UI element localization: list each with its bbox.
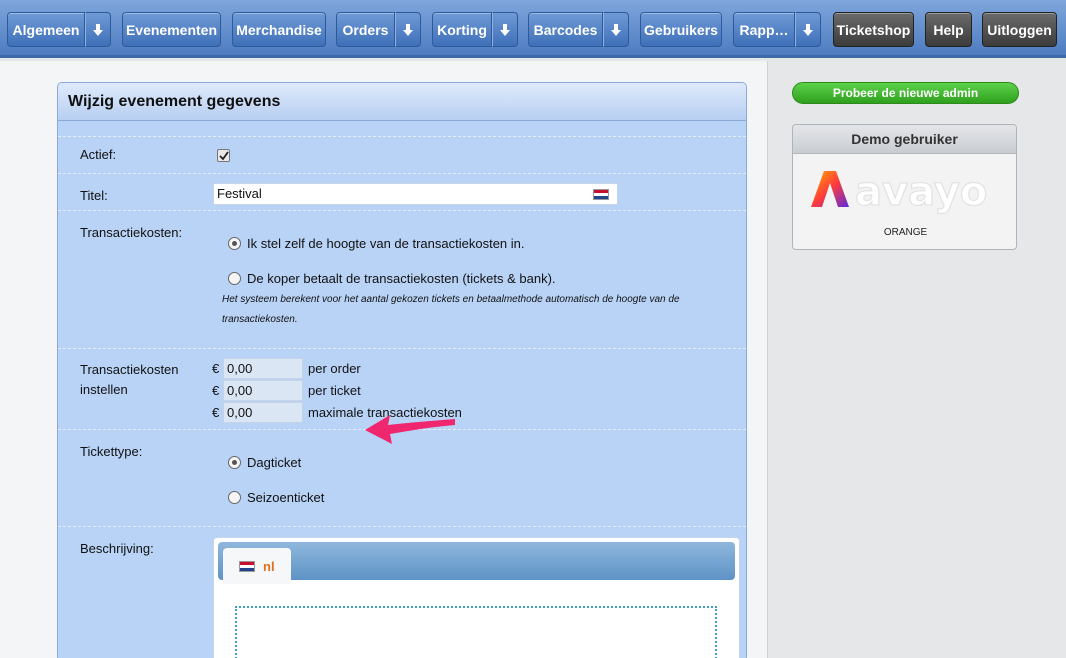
actief-label: Actief:: [80, 147, 117, 162]
dutch-flag-icon: [593, 189, 609, 200]
arrow-down-icon: [500, 23, 510, 36]
per-ticket-label: per ticket: [308, 383, 361, 398]
per-order-label: per order: [308, 361, 361, 376]
nav-korting[interactable]: Korting: [432, 12, 492, 47]
titel-input[interactable]: Festival: [213, 183, 618, 205]
arrow-down-icon: [803, 23, 813, 36]
tk-radio-self[interactable]: [228, 237, 241, 250]
help-button[interactable]: Help: [925, 12, 972, 47]
nav-rapportage-dropdown[interactable]: [795, 12, 821, 47]
currency-symbol: €: [212, 383, 220, 398]
demo-user-card: Demo gebruiker avayo ORANGE: [792, 124, 1017, 250]
row-actief: Actief:: [58, 136, 746, 173]
demo-user-title: Demo gebruiker: [793, 125, 1016, 154]
nav-korting-dropdown[interactable]: [492, 12, 518, 47]
nav-orders[interactable]: Orders: [336, 12, 395, 47]
dutch-flag-icon: [239, 560, 255, 572]
main-content: Wijzig evenement gegevens Actief: Titel:…: [0, 61, 768, 658]
nav-barcodes-dropdown[interactable]: [603, 12, 629, 47]
tickettype-label: Tickettype:: [80, 444, 143, 459]
tickettype-dag-label: Dagticket: [247, 455, 302, 470]
currency-symbol: €: [212, 361, 220, 376]
tk-help-text: Het systeem berekent voor het aantal gek…: [222, 294, 680, 325]
svg-text:avayo: avayo: [855, 169, 987, 215]
tk-option-self-label: Ik stel zelf de hoogte van de transactie…: [247, 236, 525, 251]
description-editor: nl: [213, 537, 740, 658]
nav-algemeen[interactable]: Algemeen: [7, 12, 85, 47]
arrow-down-icon: [403, 23, 413, 36]
tk-radio-buyer[interactable]: [228, 272, 241, 285]
edit-event-panel: Wijzig evenement gegevens Actief: Titel:…: [57, 82, 747, 658]
currency-symbol: €: [212, 405, 220, 420]
try-new-admin-button[interactable]: Probeer de nieuwe admin: [792, 82, 1019, 104]
beschrijving-label: Beschrijving:: [80, 541, 154, 556]
tki-label-line2: instellen: [80, 382, 128, 397]
row-transactiekosten: Transactiekosten: Ik stel zelf de hoogte…: [58, 210, 746, 348]
transactiekosten-label: Transactiekosten:: [80, 225, 183, 240]
panel-title: Wijzig evenement gegevens: [58, 83, 746, 121]
tki-label-line1: Transactiekosten: [80, 362, 179, 377]
top-navigation: Algemeen Evenementen Merchandise Orders …: [0, 0, 1066, 58]
language-tab-nl[interactable]: nl: [223, 548, 291, 584]
nav-merchandise[interactable]: Merchandise: [232, 12, 326, 47]
arrow-down-icon: [611, 23, 621, 36]
actief-checkbox[interactable]: [217, 149, 230, 162]
logout-button[interactable]: Uitloggen: [982, 12, 1057, 47]
language-tab-label: nl: [263, 558, 275, 574]
row-titel: Titel: Festival: [58, 173, 746, 210]
nav-orders-dropdown[interactable]: [395, 12, 421, 47]
nav-evenementen[interactable]: Evenementen: [122, 12, 221, 47]
nav-rapportage[interactable]: Rapp…: [733, 12, 795, 47]
description-textarea[interactable]: [235, 606, 717, 658]
arrow-down-icon: [93, 23, 103, 36]
per-order-input[interactable]: 0,00: [223, 358, 303, 379]
tickettype-radio-seizoen[interactable]: [228, 491, 241, 504]
titel-label: Titel:: [80, 188, 108, 203]
nav-gebruikers[interactable]: Gebruikers: [640, 12, 722, 47]
tickettype-radio-dag[interactable]: [228, 456, 241, 469]
ticketshop-button[interactable]: Ticketshop: [833, 12, 914, 47]
sidebar: Probeer de nieuwe admin Demo gebruiker a…: [769, 61, 1066, 658]
nav-barcodes[interactable]: Barcodes: [528, 12, 603, 47]
max-cost-input[interactable]: 0,00: [223, 402, 303, 423]
checkmark-icon: [218, 150, 229, 160]
tk-option-buyer-label: De koper betaalt de transactiekosten (ti…: [247, 271, 556, 286]
annotation-arrow-icon: [365, 415, 455, 444]
tickettype-seizoen-label: Seizoenticket: [247, 490, 325, 505]
avayo-logo: avayo: [811, 168, 988, 215]
per-ticket-input[interactable]: 0,00: [223, 380, 303, 401]
nav-algemeen-dropdown[interactable]: [85, 12, 111, 47]
demo-user-org: ORANGE: [883, 227, 928, 238]
editor-tab-bar: nl: [218, 542, 735, 584]
